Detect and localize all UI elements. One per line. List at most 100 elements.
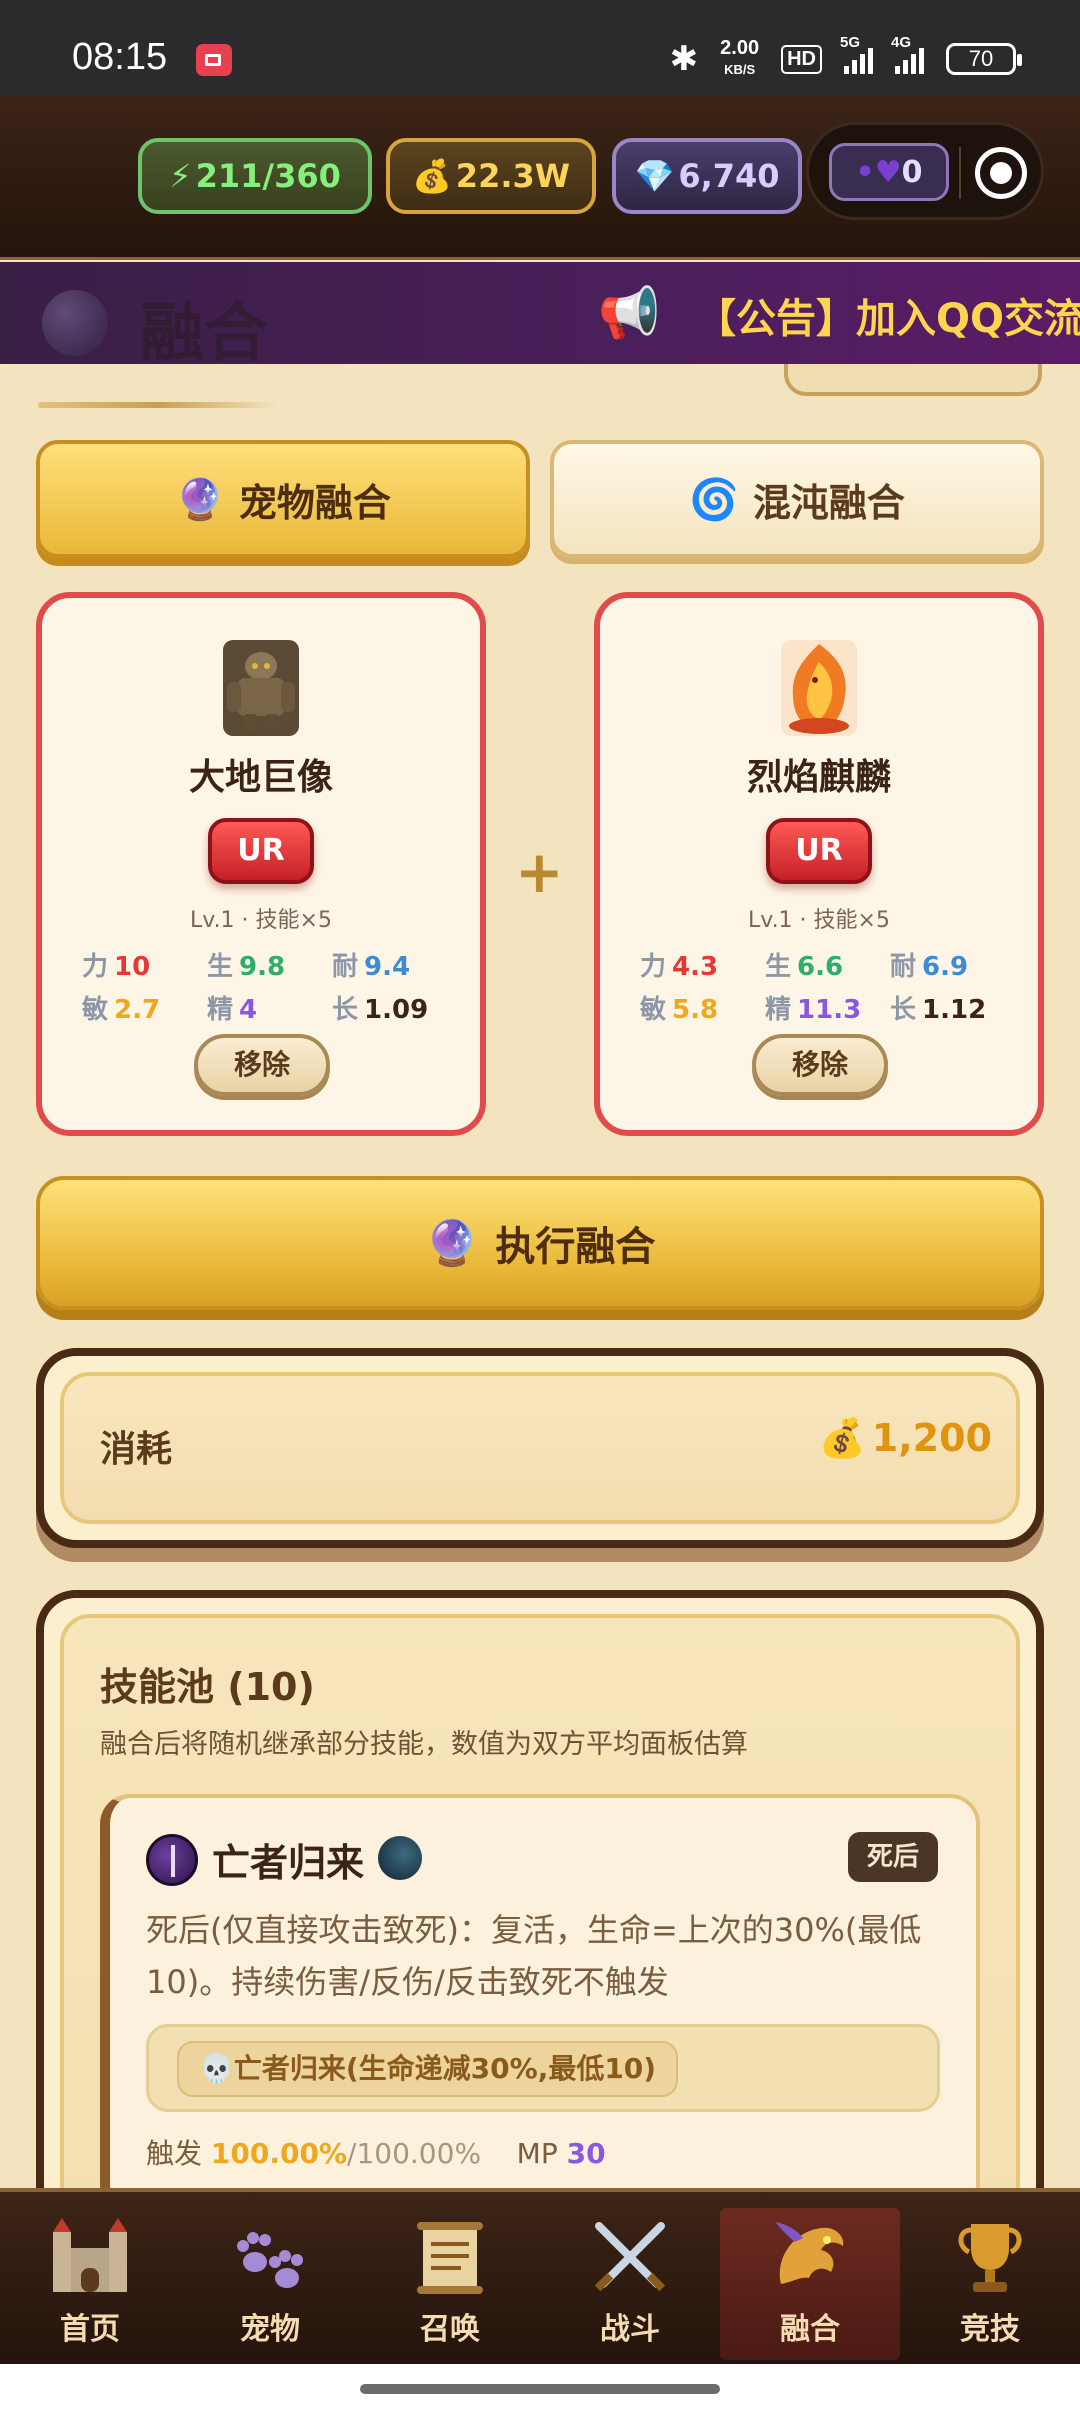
cost-value: 💰 1,200 <box>818 1416 992 1461</box>
diamond-icon: 💎 <box>634 157 675 195</box>
net-speed-unit: KB/S <box>724 62 756 77</box>
pet-level-info: Lv.1 · 技能×5 <box>190 908 332 933</box>
skill-pool-title: 技能池 (10) <box>100 1665 315 1709</box>
pet-slot-right[interactable]: 烈焰麒麟 UR Lv.1 · 技能×5 力 4.3 生 6.6 耐 6.9 敏 5.8 … <box>594 592 1044 1136</box>
trigger-pct: 100.00% <box>210 2137 348 2170</box>
net-speed-value: 2.00 <box>720 37 760 59</box>
skill-pool-subtitle: 融合后将随机继承部分技能，数值为双方平均面板估算 <box>100 1729 748 1760</box>
battery-icon: 70 <box>946 43 1022 75</box>
lightning-icon: ⚡ <box>169 157 192 195</box>
nav-item-arena[interactable]: 竞技 <box>900 2208 1080 2360</box>
capsule-divider <box>959 147 961 199</box>
page-title: 融合 <box>140 297 268 364</box>
paw-icon <box>237 2232 303 2288</box>
hd-badge: HD <box>781 44 822 74</box>
pet-stats: 力 10 生 9.8 耐 9.4 敏 2.7 精4 长 1.09 <box>82 946 452 1026</box>
energy-value: 211/360 <box>195 157 341 195</box>
nav-item-fusion[interactable]: 融合 <box>720 2208 900 2360</box>
stat-endurance: 耐 6.9 <box>890 952 969 982</box>
resource-header: ⚡ 211/360 💰 22.3W 💎 6,740 •♥ 0 <box>0 96 1080 260</box>
announcement-text: 【公告】加入QQ交流 <box>696 296 1080 342</box>
money-bag-icon: 💰 <box>818 1416 866 1460</box>
trigger-label: 触发 <box>146 2137 203 2170</box>
fusion-orb-icon <box>42 290 108 356</box>
flame-qilin-portrait-icon <box>781 640 857 736</box>
cost-label: 消耗 <box>100 1429 173 1470</box>
stat-growth: 长 1.12 <box>890 995 987 1025</box>
remove-button[interactable]: 移除 <box>194 1034 330 1096</box>
skull-icon: 💀 <box>199 2052 234 2085</box>
pet-slot-left[interactable]: 大地巨像 UR Lv.1 · 技能×5 力 10 生 9.8 耐 9.4 敏 2.7 精… <box>36 592 486 1136</box>
signal-5g-icon: 5G <box>840 34 873 74</box>
tab-pet-fusion[interactable]: 🔮 宠物融合 <box>36 440 530 558</box>
rarity-badge: UR <box>766 818 872 884</box>
cost-amount: 1,200 <box>871 1416 992 1460</box>
nav-label: 召唤 <box>420 2312 480 2347</box>
cost-panel-inner: 消耗 💰 1,200 <box>60 1372 1020 1524</box>
execute-fusion-button[interactable]: 🔮 执行融合 <box>36 1176 1044 1310</box>
cost-panel: 消耗 💰 1,200 <box>36 1348 1044 1548</box>
dragon-icon <box>775 2222 844 2284</box>
revive-skill-icon <box>146 1834 198 1886</box>
stat-strength: 力 10 <box>82 952 151 982</box>
golem-portrait-icon <box>223 640 299 736</box>
trophy-icon <box>958 2224 1022 2292</box>
skill-timing-tag: 死后 <box>848 1832 938 1882</box>
home-indicator[interactable] <box>360 2384 720 2394</box>
gem-counter[interactable]: 💎 6,740 <box>612 138 802 214</box>
megaphone-icon: 📢 <box>598 284 661 342</box>
scroll-icon <box>417 2222 483 2294</box>
tab-label: 宠物融合 <box>238 480 391 525</box>
signal-4g-label: 4G <box>891 34 912 51</box>
pet-name: 大地巨像 <box>188 757 333 798</box>
mp-value: 30 <box>566 2137 606 2170</box>
nav-label: 战斗 <box>600 2312 660 2347</box>
stat-agility: 敏 5.8 <box>640 995 719 1025</box>
nav-label: 竞技 <box>960 2312 1020 2347</box>
crossed-swords-icon <box>594 2222 666 2292</box>
gold-value: 22.3W <box>455 157 571 195</box>
skill-effect-text: 亡者归来(生命递减30%,最低10) <box>233 2052 657 2085</box>
rarity-badge: UR <box>208 818 314 884</box>
pet-stats: 力 4.3 生 6.6 耐 6.9 敏 5.8 精 11.3 长 1.12 <box>640 946 1010 1026</box>
heart-counter[interactable]: •♥ 0 <box>829 143 949 201</box>
stat-growth: 长 1.09 <box>332 995 429 1025</box>
heart-icon: •♥ <box>855 154 902 190</box>
nav-item-summon[interactable]: 召唤 <box>360 2208 540 2360</box>
skill-effect-chip: 💀亡者归来(生命递减30%,最低10) <box>177 2041 679 2097</box>
close-target-icon[interactable] <box>975 147 1027 199</box>
nav-item-pets[interactable]: 宠物 <box>180 2208 360 2360</box>
stat-strength: 力 4.3 <box>640 952 719 982</box>
signal-4g-icon: 4G <box>891 34 924 74</box>
title-underline <box>38 402 278 408</box>
energy-counter[interactable]: ⚡ 211/360 <box>138 138 372 214</box>
stat-vitality: 生 9.8 <box>207 952 286 982</box>
pet-level-info: Lv.1 · 技能×5 <box>748 908 890 933</box>
nav-label: 首页 <box>60 2312 120 2347</box>
skill-description: 死后(仅直接攻击致死)：复活，生命=上次的30%(最低10)。持续伤害/反伤/反… <box>146 1911 922 2001</box>
bottom-nav: 首页 宠物 召唤 战斗 融合 竞技 <box>0 2188 1080 2364</box>
tab-label: 混沌融合 <box>752 480 905 525</box>
mini-program-capsule: •♥ 0 <box>806 122 1044 220</box>
money-bag-icon: 💰 <box>411 157 452 195</box>
crystal-ball-icon: 🔮 <box>175 476 225 523</box>
nav-item-home[interactable]: 首页 <box>0 2208 180 2360</box>
castle-icon <box>53 2218 127 2292</box>
remove-button[interactable]: 移除 <box>752 1034 888 1096</box>
nav-item-battle[interactable]: 战斗 <box>540 2208 720 2360</box>
clock: 08:15 <box>72 36 168 78</box>
nav-label: 宠物 <box>240 2312 300 2347</box>
pet-name: 烈焰麒麟 <box>746 757 891 798</box>
announcement-banner[interactable]: 融合 📢 【公告】加入QQ交流 <box>0 262 1080 364</box>
mp-label: MP <box>516 2137 558 2170</box>
trigger-max: /100.00% <box>347 2137 482 2170</box>
tab-chaos-fusion[interactable]: 🌀 混沌融合 <box>550 440 1044 558</box>
network-speed: 2.00 KB/S <box>720 38 759 80</box>
stat-endurance: 耐 9.4 <box>332 952 411 982</box>
stat-spirit: 精4 <box>207 995 258 1025</box>
skill-trigger-info: 触发 100.00%/100.00% MP 30 <box>146 2132 606 2172</box>
gold-counter[interactable]: 💰 22.3W <box>386 138 596 214</box>
dark-moon-element-icon <box>378 1836 422 1880</box>
nav-label: 融合 <box>780 2312 840 2347</box>
cyclone-icon: 🌀 <box>689 476 739 523</box>
